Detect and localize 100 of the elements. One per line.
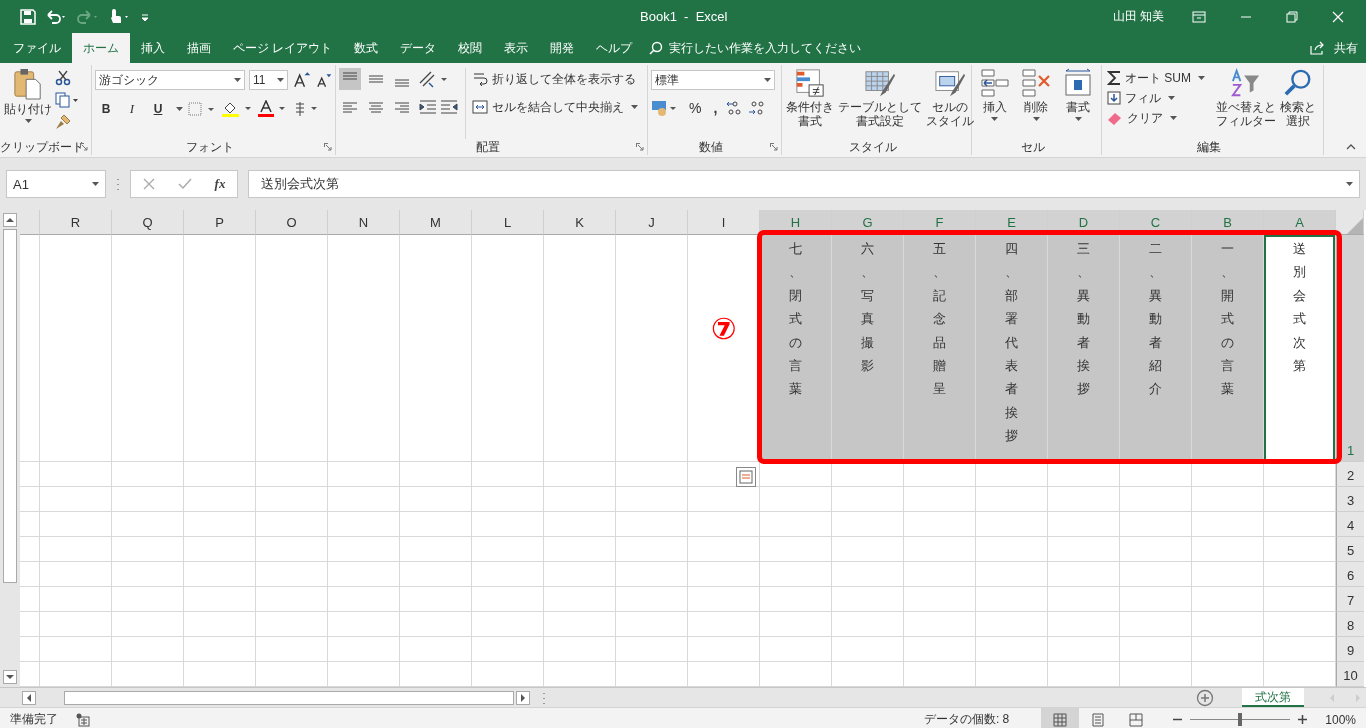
- font-name-field[interactable]: 游ゴシック: [95, 70, 245, 90]
- cell-styles-button[interactable]: セルの スタイル: [925, 68, 975, 129]
- row-header[interactable]: 7: [1336, 587, 1364, 612]
- ribbon-tab[interactable]: ファイル: [2, 33, 72, 63]
- format-painter-icon[interactable]: [55, 114, 71, 130]
- column-header[interactable]: O: [256, 210, 328, 235]
- ribbon-tab[interactable]: 描画: [176, 33, 222, 63]
- comma-style-button[interactable]: ,: [709, 100, 722, 116]
- caret-icon[interactable]: [1074, 117, 1082, 122]
- indent-icon[interactable]: [417, 97, 461, 117]
- caret-icon[interactable]: [1033, 117, 1040, 122]
- ribbon-tab[interactable]: ヘルプ: [585, 33, 644, 63]
- ribbon-tab[interactable]: 表示: [493, 33, 540, 63]
- wrap-text-button[interactable]: 折り返して全体を表示する: [470, 68, 640, 90]
- caret-icon[interactable]: [764, 78, 771, 82]
- sort-filter-button[interactable]: 並べ替えと フィルター: [1215, 68, 1277, 129]
- find-select-button[interactable]: 検索と 選択: [1279, 68, 1317, 129]
- ribbon-tab[interactable]: ページ レイアウト: [222, 33, 344, 63]
- column-header[interactable]: Q: [112, 210, 184, 235]
- caret-icon[interactable]: [276, 78, 284, 82]
- restore-icon[interactable]: [1286, 10, 1298, 23]
- sheet-tab[interactable]: 式次第: [1242, 688, 1304, 707]
- dialog-launcher-icon[interactable]: [636, 143, 644, 151]
- caret-icon[interactable]: [1168, 96, 1175, 100]
- column-header[interactable]: I: [688, 210, 760, 235]
- merge-center-button[interactable]: セルを結合して中央揃え: [470, 96, 640, 118]
- horizontal-scrollbar[interactable]: [64, 690, 514, 705]
- caret-icon[interactable]: [1346, 182, 1353, 186]
- caret-icon[interactable]: [92, 182, 99, 186]
- ribbon-tab[interactable]: 開発: [539, 33, 586, 63]
- caret-icon[interactable]: [1170, 116, 1177, 120]
- formula-field[interactable]: 送別会式次第: [248, 170, 1360, 198]
- quick-analysis-icon[interactable]: [736, 467, 756, 487]
- italic-button[interactable]: I: [121, 98, 143, 120]
- increase-decimal-icon[interactable]: [725, 99, 744, 117]
- row-header[interactable]: 4: [1336, 512, 1364, 537]
- scroll-right-icon[interactable]: [516, 690, 530, 705]
- caret-icon[interactable]: [631, 105, 638, 109]
- ribbon-tab[interactable]: データ: [389, 33, 448, 63]
- row-header[interactable]: 3: [1336, 487, 1364, 512]
- row-header[interactable]: 10: [1336, 662, 1364, 687]
- number-format-field[interactable]: 標準: [651, 70, 775, 90]
- clear-button[interactable]: クリア: [1105, 108, 1207, 128]
- select-all-button[interactable]: [1336, 210, 1364, 235]
- dialog-launcher-icon[interactable]: [324, 143, 332, 151]
- close-icon[interactable]: [1332, 10, 1344, 23]
- vertical-scrollbar[interactable]: [0, 210, 20, 687]
- fill-button[interactable]: フィル: [1105, 88, 1207, 108]
- conditional-formatting-button[interactable]: 条件付き 書式: [785, 68, 835, 129]
- shrink-font-icon[interactable]: [314, 71, 332, 89]
- row-header[interactable]: 8: [1336, 612, 1364, 637]
- row-header[interactable]: 5: [1336, 537, 1364, 562]
- delete-cells-button[interactable]: 削除: [1020, 68, 1053, 122]
- percent-style-button[interactable]: %: [685, 100, 706, 116]
- grow-font-icon[interactable]: [291, 71, 311, 89]
- ribbon-tab[interactable]: 校閲: [447, 33, 494, 63]
- row-header[interactable]: 6: [1336, 562, 1364, 587]
- underline-button[interactable]: U: [147, 98, 169, 120]
- zoom-thumb[interactable]: [1238, 713, 1243, 726]
- column-header[interactable]: K: [544, 210, 616, 235]
- column-header[interactable]: N: [328, 210, 400, 235]
- font-size-field[interactable]: 11: [248, 70, 288, 90]
- decrease-decimal-icon[interactable]: [747, 99, 766, 117]
- dialog-launcher-icon[interactable]: [80, 143, 88, 151]
- new-sheet-icon[interactable]: [1196, 688, 1214, 707]
- share-button[interactable]: 共有: [1304, 33, 1366, 63]
- column-header[interactable]: M: [400, 210, 472, 235]
- ribbon-display-icon[interactable]: [1192, 10, 1206, 23]
- autosum-button[interactable]: オート SUM: [1105, 68, 1207, 88]
- caret-icon[interactable]: [24, 119, 32, 124]
- ribbon-tab[interactable]: 挿入: [130, 33, 176, 63]
- view-button[interactable]: [1041, 708, 1080, 728]
- undo-icon[interactable]: [44, 8, 68, 25]
- macro-record-icon[interactable]: [76, 712, 90, 727]
- caret-icon[interactable]: [1198, 76, 1205, 80]
- scissors-icon[interactable]: [55, 70, 71, 86]
- column-header[interactable]: R: [40, 210, 112, 235]
- tell-me-field[interactable]: 実行したい作業を入力してください: [667, 40, 922, 56]
- bold-button[interactable]: B: [95, 98, 117, 120]
- zoom-in-icon[interactable]: [1298, 715, 1308, 724]
- format-as-table-button[interactable]: テーブルとして 書式設定: [837, 68, 923, 129]
- save-icon[interactable]: [20, 8, 36, 25]
- caret-icon[interactable]: [233, 78, 241, 82]
- name-box[interactable]: A1: [6, 170, 106, 198]
- scroll-up-icon[interactable]: [3, 213, 17, 227]
- caret-icon[interactable]: [991, 117, 999, 122]
- insert-function-button[interactable]: fx: [214, 176, 226, 192]
- row-header[interactable]: 2: [1336, 462, 1364, 487]
- insert-cells-button[interactable]: 挿入: [978, 68, 1011, 122]
- ribbon-tab[interactable]: ホーム: [72, 33, 130, 63]
- ribbon-tab[interactable]: 数式: [343, 33, 390, 63]
- scroll-down-icon[interactable]: [3, 670, 17, 684]
- fill-color-icon[interactable]: [221, 100, 253, 118]
- format-cells-button[interactable]: 書式: [1062, 68, 1095, 122]
- scroll-left-icon[interactable]: [22, 690, 36, 705]
- column-header[interactable]: L: [472, 210, 544, 235]
- column-header[interactable]: P: [184, 210, 256, 235]
- caret-icon[interactable]: [176, 107, 183, 111]
- copy-icon[interactable]: [55, 92, 79, 108]
- column-header[interactable]: J: [616, 210, 688, 235]
